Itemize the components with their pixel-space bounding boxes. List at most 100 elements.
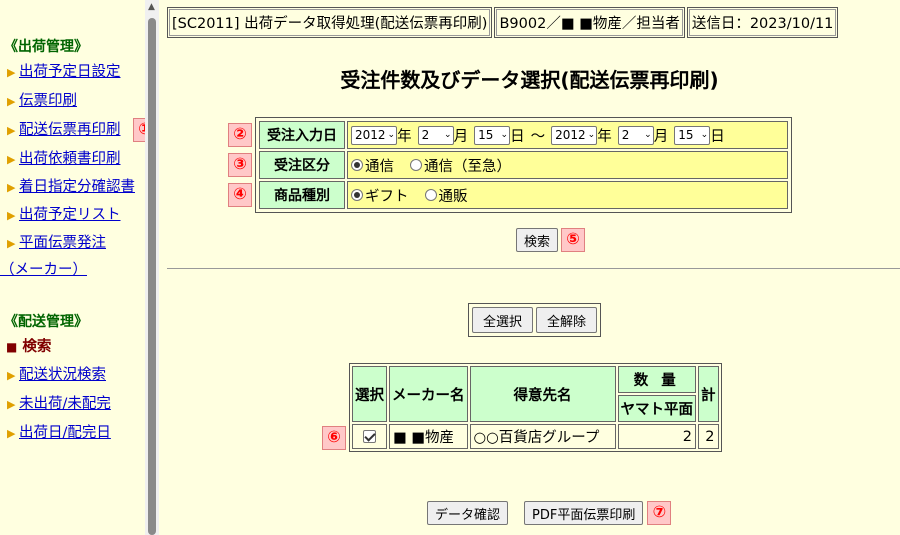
step-badge: ⑥ — [322, 426, 346, 450]
to-year-select[interactable]: 2012 ⌄ — [551, 125, 598, 145]
order-type-radio-normal[interactable] — [351, 159, 363, 171]
order-type-row: ③ 受注区分 通信 通信（至急） — [228, 150, 789, 180]
step-badge: ① — [133, 118, 145, 142]
nav-current-label: 検索 — [22, 339, 52, 355]
triangle-right-icon: ▶ — [7, 181, 16, 194]
select-cell — [352, 424, 387, 449]
col-header-total: 計 — [698, 366, 719, 422]
step-badge: ③ — [228, 153, 252, 177]
screen-title: [SC2011] 出荷データ取得処理(配送伝票再印刷) — [167, 7, 493, 38]
month-unit: 月 — [453, 128, 469, 145]
divider — [167, 268, 900, 269]
nav-link[interactable]: 伝票印刷 — [19, 93, 77, 109]
row-select-checkbox[interactable] — [363, 430, 376, 443]
nav-link[interactable]: 出荷予定リスト — [19, 207, 121, 223]
scroll-up-arrow-icon[interactable]: ▲ — [148, 2, 155, 12]
radio-label: 通販 — [438, 188, 468, 205]
triangle-right-icon: ▶ — [7, 237, 16, 250]
pdf-print-button[interactable]: PDF平面伝票印刷 — [524, 501, 644, 525]
product-type-row: ④ 商品種別 ギフト 通販 — [228, 180, 789, 210]
year-unit: 年 — [397, 128, 412, 145]
sidebar: 《出荷管理》 ▶ 出荷予定日設定 ▶ 伝票印刷 ▶ 配送伝票再印刷 ① ▶ 出荷依頼書印… — [0, 0, 145, 535]
chevron-down-icon: ⌄ — [387, 130, 396, 140]
order-type-radio-urgent[interactable] — [410, 159, 422, 171]
col-header-quantity: 数 量 — [617, 366, 696, 393]
table-row: ■ ■物産 ○○百貨店グループ 2 2 — [352, 424, 719, 449]
deselect-all-button[interactable]: 全解除 — [536, 307, 598, 333]
radio-label: ギフト — [365, 188, 409, 205]
from-month-select[interactable]: 2 ⌄ — [417, 125, 454, 145]
nav-item-unshipped[interactable]: ▶ 未出荷/未配完 — [0, 390, 145, 419]
radio-label: 通信（至急） — [424, 158, 511, 175]
col-header-maker: メーカー名 — [389, 366, 468, 422]
nav-link[interactable]: 未出荷/未配完 — [19, 396, 111, 412]
user-info: B9002／■ ■物産／担当者 — [494, 7, 685, 38]
nav-link[interactable]: 配送伝票再印刷 — [19, 122, 121, 138]
step-badge: ⑤ — [561, 228, 586, 252]
nav-item-delivery-status[interactable]: ▶ 配送状況検索 — [0, 361, 145, 390]
step-badge: ② — [228, 123, 252, 147]
triangle-right-icon: ▶ — [7, 66, 16, 79]
nav-item-arrival-confirm[interactable]: ▶ 着日指定分確認書 — [0, 174, 140, 201]
step-badge: ④ — [228, 183, 252, 207]
nav-link[interactable]: 着日指定分確認書 — [19, 179, 135, 195]
search-button[interactable]: 検索 — [516, 228, 559, 252]
triangle-right-icon: ▶ — [7, 124, 16, 137]
to-month-select[interactable]: 2 ⌄ — [617, 125, 654, 145]
sidebar-scrollbar[interactable]: ▲ — [145, 0, 159, 535]
nav-item-flat-slip-order[interactable]: ▶ 平面伝票発注（メーカー） — [0, 230, 130, 283]
chevron-down-icon: ⌄ — [700, 130, 709, 140]
col-header-customer: 得意先名 — [469, 366, 616, 422]
triangle-right-icon: ▶ — [7, 369, 16, 382]
yamato-cell: 2 — [617, 424, 696, 449]
range-tilde: ～ — [530, 128, 546, 145]
select-all-button[interactable]: 全選択 — [472, 307, 534, 333]
triangle-right-icon: ▶ — [7, 153, 16, 166]
triangle-right-icon: ▶ — [7, 398, 16, 411]
col-header-select: 選択 — [352, 366, 387, 422]
nav-item-slip-print[interactable]: ▶ 伝票印刷 — [0, 87, 145, 116]
nav-item-ship-date[interactable]: ▶ 出荷日/配完日 — [0, 419, 145, 448]
chevron-down-icon: ⌄ — [644, 130, 652, 140]
bottom-buttons: データ確認 PDF平面伝票印刷 ⑦ — [427, 501, 672, 525]
nav-link[interactable]: 出荷予定日設定 — [19, 64, 121, 80]
product-type-radio-mailorder[interactable] — [424, 189, 437, 201]
square-icon: ■ — [6, 340, 18, 354]
triangle-right-icon: ▶ — [7, 427, 16, 440]
nav-link[interactable]: 出荷依頼書印刷 — [19, 151, 121, 167]
order-type-label: 受注区分 — [259, 151, 345, 179]
from-year-select[interactable]: 2012 ⌄ — [351, 125, 398, 145]
order-date-row: ② 受注入力日 2012 ⌄ 年 2 ⌄ 月 15 ⌄ 日 ～ 2012 ⌄ 年 2 ⌄ … — [228, 120, 789, 150]
header-bar: [SC2011] 出荷データ取得処理(配送伝票再印刷) B9002／■ ■物産／… — [167, 7, 840, 38]
section-title-shipping: 《出荷管理》 — [4, 39, 88, 55]
nav-item-search-current: ■ 検索 — [0, 333, 145, 361]
chevron-down-icon: ⌄ — [587, 130, 596, 140]
day-unit: 日 — [710, 128, 725, 145]
nav-item-slip-reprint[interactable]: ▶ 配送伝票再印刷 ① — [0, 116, 145, 145]
year-unit: 年 — [597, 128, 612, 145]
order-date-field: 2012 ⌄ 年 2 ⌄ 月 15 ⌄ 日 ～ 2012 ⌄ 年 2 ⌄ 月 15 ⌄ 日 — [347, 121, 788, 149]
data-confirm-button[interactable]: データ確認 — [427, 501, 509, 525]
triangle-right-icon: ▶ — [7, 95, 16, 108]
search-area: 検索 ⑤ — [516, 228, 586, 252]
customer-cell: ○○百貨店グループ — [469, 424, 616, 449]
order-type-field: 通信 通信（至急） — [347, 151, 788, 179]
scrollbar-thumb[interactable] — [148, 18, 156, 535]
month-unit: 月 — [653, 128, 669, 145]
nav-item-request-print[interactable]: ▶ 出荷依頼書印刷 — [0, 145, 145, 174]
chevron-down-icon: ⌄ — [500, 130, 509, 140]
select-buttons-box: 全選択 全解除 — [468, 303, 602, 337]
nav-link[interactable]: 配送状況検索 — [19, 367, 106, 383]
radio-label: 通信 — [365, 158, 394, 175]
nav-link[interactable]: 出荷日/配完日 — [19, 425, 111, 441]
section-title-delivery: 《配送管理》 — [4, 314, 88, 330]
product-type-radio-gift[interactable] — [351, 189, 363, 201]
from-day-select[interactable]: 15 ⌄ — [474, 125, 511, 145]
page-title: 受注件数及びデータ選択(配送伝票再印刷) — [340, 68, 719, 92]
step-badge: ⑦ — [647, 501, 672, 525]
nav-item-shipping-date[interactable]: ▶ 出荷予定日設定 — [0, 58, 145, 87]
nav-item-shipping-list[interactable]: ▶ 出荷予定リスト — [0, 201, 145, 230]
to-day-select[interactable]: 15 ⌄ — [674, 125, 711, 145]
order-date-label: 受注入力日 — [259, 121, 345, 149]
chevron-down-icon: ⌄ — [444, 130, 452, 140]
